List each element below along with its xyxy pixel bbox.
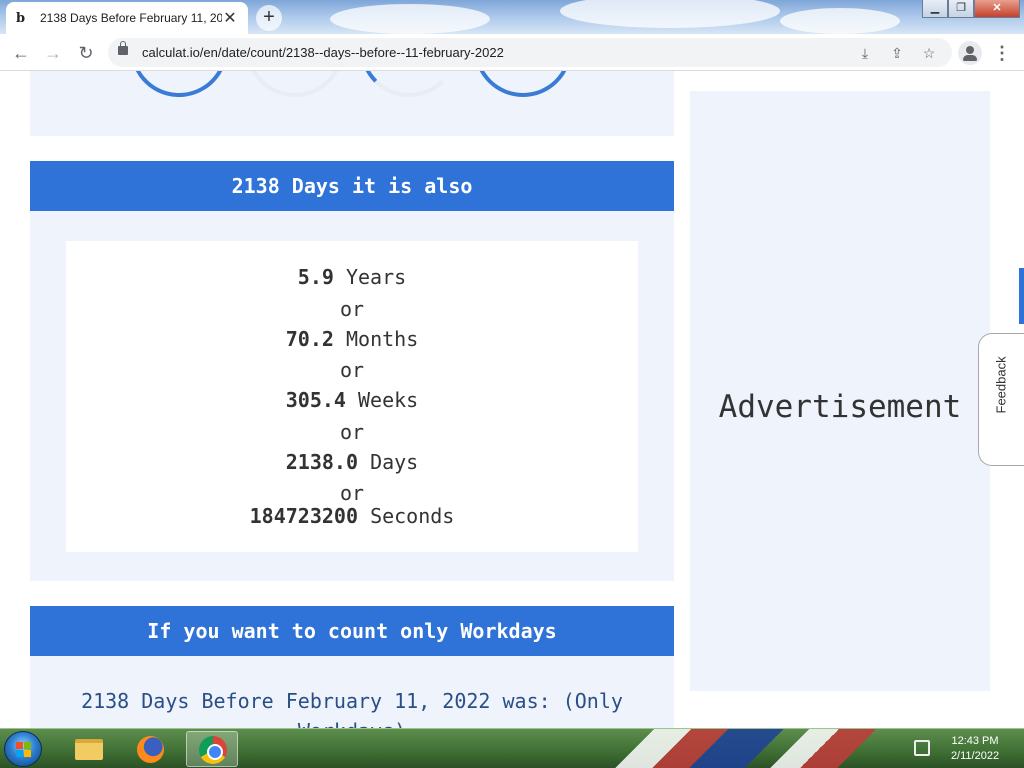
reload-icon: ↻ xyxy=(78,43,94,63)
advertisement-box[interactable]: Advertisement xyxy=(690,91,990,691)
progress-ring xyxy=(246,71,344,97)
advertisement-label: Advertisement xyxy=(718,389,962,425)
arrow-right-icon: → xyxy=(44,43,62,63)
lock-icon[interactable] xyxy=(118,41,128,55)
or-separator: or xyxy=(339,358,365,382)
tab-title: 2138 Days Before February 11, 2022 xyxy=(40,11,222,25)
clock-time: 12:43 PM xyxy=(951,735,999,747)
back-button[interactable]: ← xyxy=(9,41,33,65)
feedback-button[interactable]: Feedback xyxy=(978,333,1024,466)
site-favicon-icon: b xyxy=(16,10,26,26)
browser-tab[interactable]: b 2138 Days Before February 11, 2022 ✕ xyxy=(6,2,248,34)
reload-button[interactable]: ↻ xyxy=(74,41,98,65)
close-tab-icon[interactable]: ✕ xyxy=(222,8,238,28)
network-icon[interactable] xyxy=(914,740,930,756)
windows-taskbar: 12:43 PM 2/11/2022 xyxy=(0,728,1024,768)
install-icon[interactable]: ⤓ xyxy=(855,43,875,63)
workdays-section-body: 2138 Days Before February 11, 2022 was: … xyxy=(30,656,674,728)
arrow-left-icon: ← xyxy=(12,43,30,63)
folder-icon xyxy=(75,739,103,760)
minimize-button[interactable]: ▁ xyxy=(922,0,948,18)
conversion-days: 2138.0 Days xyxy=(285,450,419,474)
also-section-body: 5.9 Years or 70.2 Months or 305.4 Weeks … xyxy=(30,211,674,581)
share-icon[interactable]: ⇪ xyxy=(887,43,907,63)
windows-logo-icon xyxy=(16,742,32,758)
url-text[interactable]: calculat.io/en/date/count/2138--days--be… xyxy=(142,45,504,60)
or-separator: or xyxy=(339,481,365,505)
wallpaper-cloud xyxy=(780,8,900,34)
scrollbar-thumb[interactable] xyxy=(1019,268,1024,324)
conversion-months: 70.2 Months xyxy=(285,327,419,351)
window-controls: ▁ ❐ ✕ xyxy=(922,0,1020,18)
also-section-header: 2138 Days it is also xyxy=(30,161,674,211)
progress-ring xyxy=(474,71,572,97)
feedback-label: Feedback xyxy=(993,356,1009,414)
firefox-taskbar-button[interactable] xyxy=(124,731,176,767)
progress-ring xyxy=(360,71,458,97)
kebab-menu-icon[interactable]: ⋮ xyxy=(990,41,1014,65)
firefox-icon xyxy=(137,736,164,763)
conversion-seconds: 184723200 Seconds xyxy=(249,504,455,528)
workdays-result-text: 2138 Days Before February 11, 2022 was: … xyxy=(81,689,623,728)
address-bar[interactable]: calculat.io/en/date/count/2138--days--be… xyxy=(108,38,952,67)
wallpaper-graphic xyxy=(580,729,910,768)
conversion-weeks: 305.4 Weeks xyxy=(285,388,419,412)
new-tab-button[interactable]: + xyxy=(256,5,282,31)
wallpaper-cloud xyxy=(330,4,490,34)
progress-ring xyxy=(112,71,246,115)
close-window-button[interactable]: ✕ xyxy=(974,0,1020,18)
page-viewport: 2138 Days it is also 5.9 Years or 70.2 M… xyxy=(0,71,1024,728)
or-separator: or xyxy=(339,420,365,444)
start-button[interactable] xyxy=(4,731,42,767)
profile-icon[interactable] xyxy=(958,41,982,65)
forward-button[interactable]: → xyxy=(41,41,65,65)
file-explorer-taskbar-button[interactable] xyxy=(62,731,114,767)
time-rings-panel xyxy=(30,71,674,136)
chrome-icon xyxy=(199,736,227,764)
restore-button[interactable]: ❐ xyxy=(948,0,974,18)
wallpaper-cloud xyxy=(560,0,780,28)
chrome-taskbar-button[interactable] xyxy=(186,731,238,767)
or-separator: or xyxy=(339,297,365,321)
star-icon[interactable]: ☆ xyxy=(919,43,939,63)
system-clock[interactable]: 12:43 PM 2/11/2022 xyxy=(940,734,1010,764)
conversion-years: 5.9 Years xyxy=(297,265,407,289)
browser-titlebar: b 2138 Days Before February 11, 2022 ✕ +… xyxy=(0,0,1024,34)
conversion-card: 5.9 Years or 70.2 Months or 305.4 Weeks … xyxy=(66,241,638,552)
browser-toolbar: ← → ↻ calculat.io/en/date/count/2138--da… xyxy=(0,34,1024,71)
clock-date: 2/11/2022 xyxy=(950,750,1000,762)
workdays-section-header: If you want to count only Workdays xyxy=(30,606,674,656)
